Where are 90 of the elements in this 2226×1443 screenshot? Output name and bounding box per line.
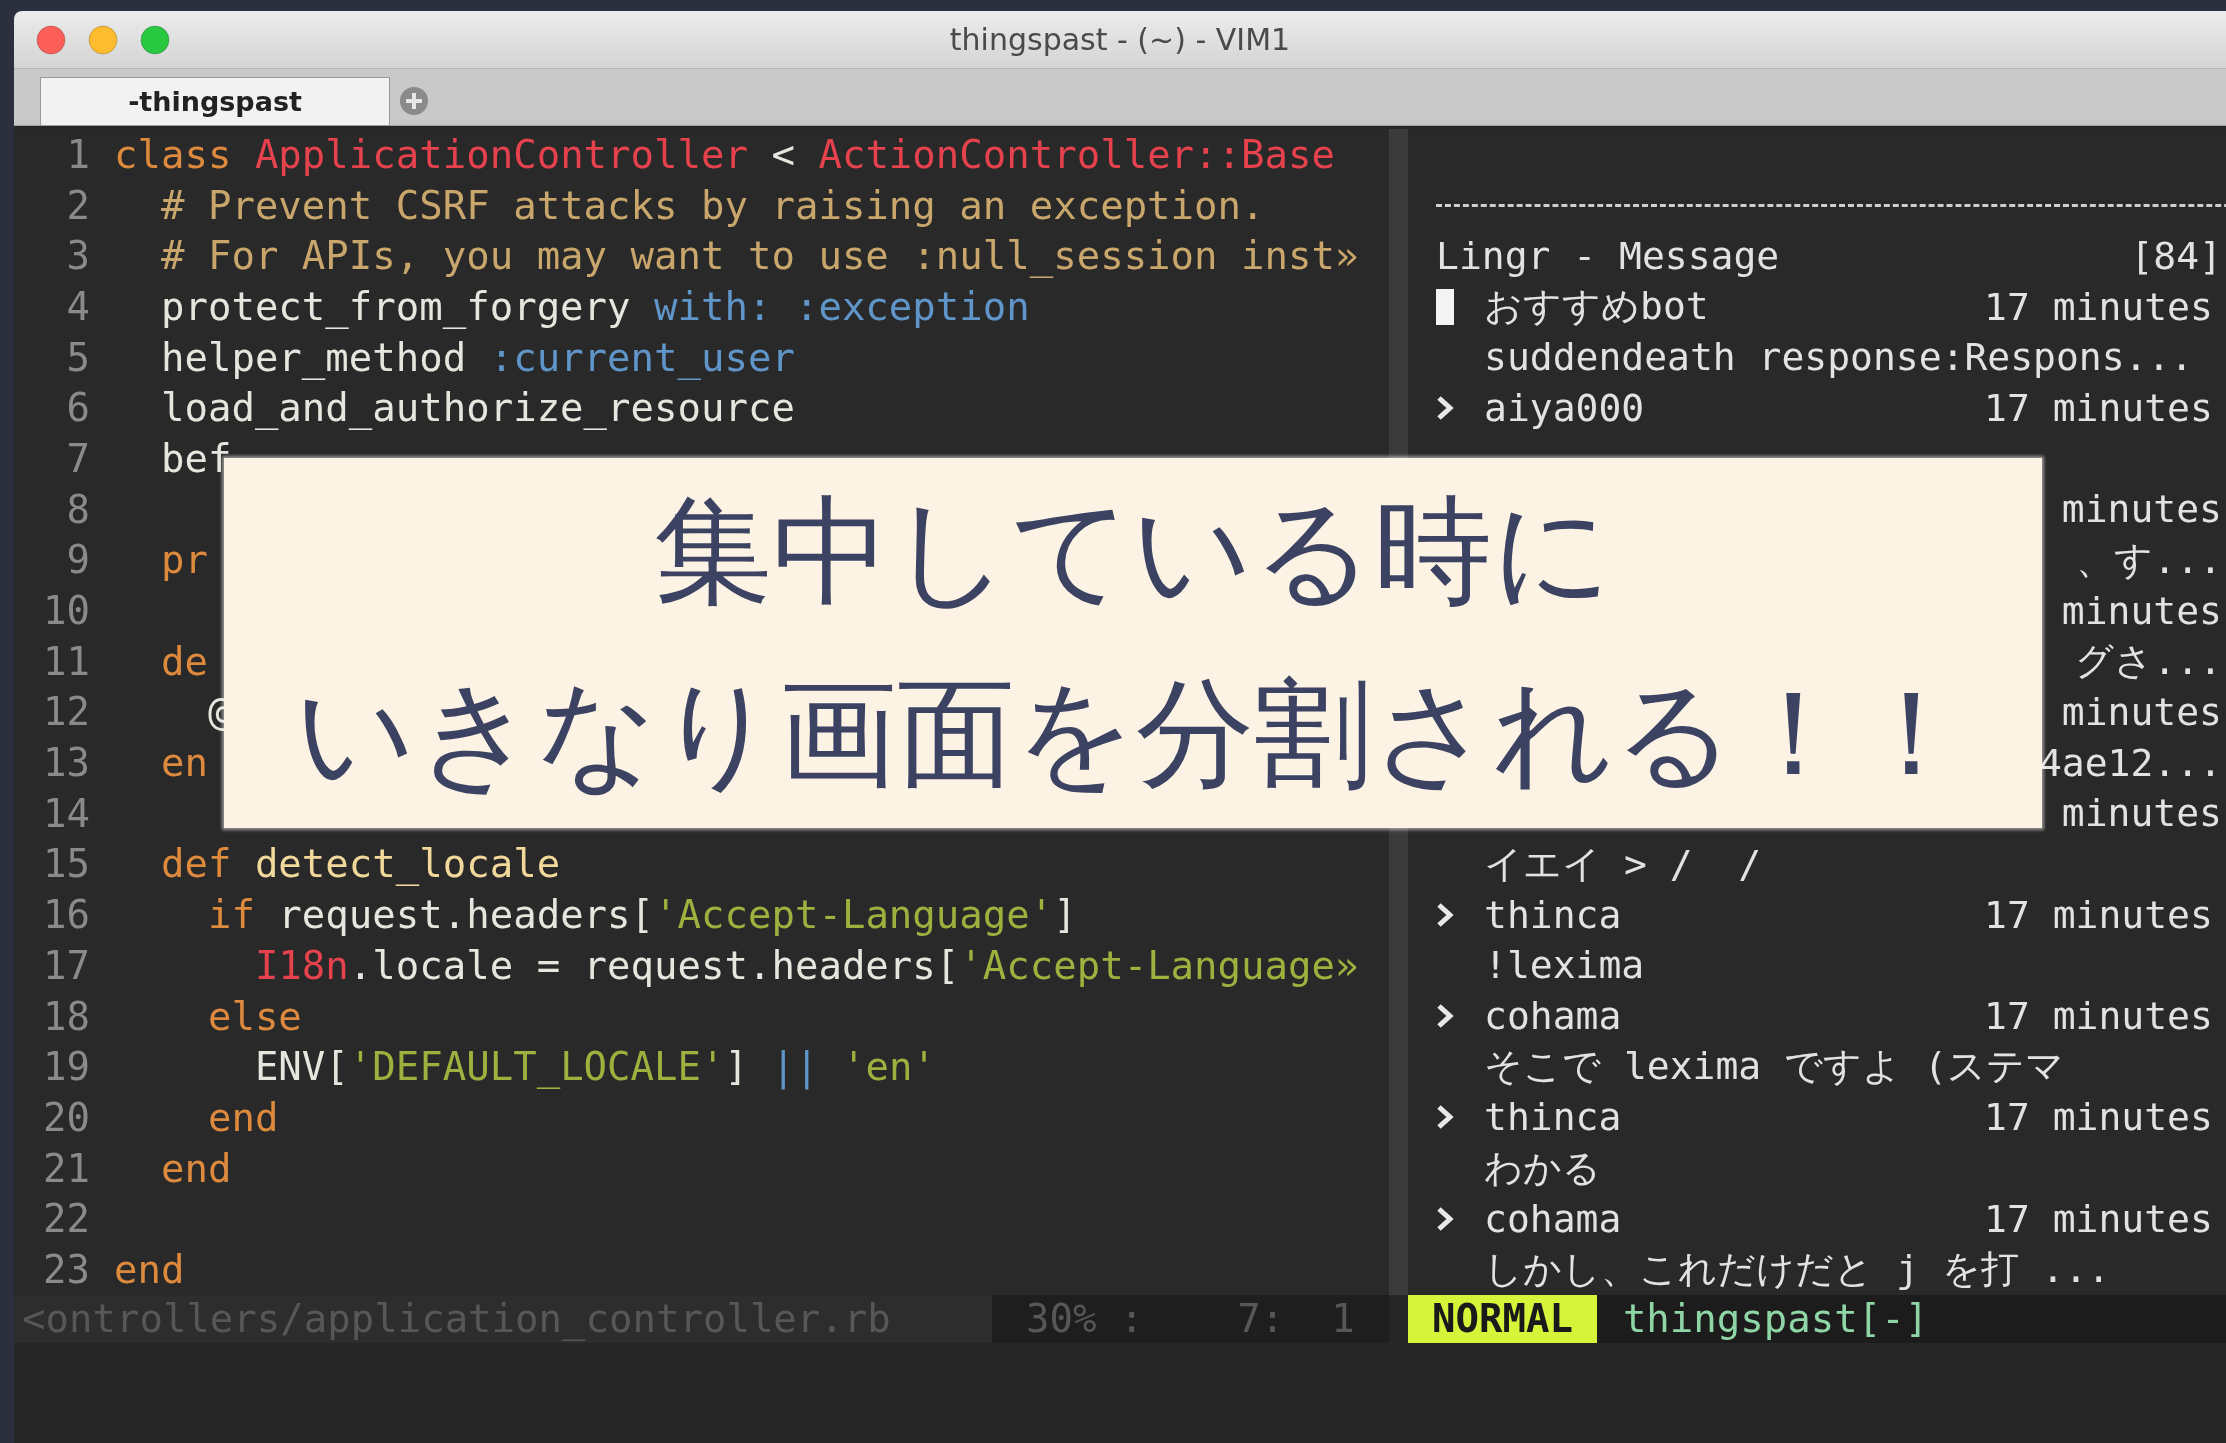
caption-text: いきなり画面を分割される！！	[295, 663, 1971, 804]
code-line: protect_from_forgery with: :exception	[159, 283, 1030, 329]
chevron-icon	[1436, 1104, 1454, 1131]
message-item[interactable]: thinca 17 minutes	[1436, 1092, 2226, 1143]
message-item[interactable]: cohama 17 minutes	[1436, 1193, 2226, 1245]
line-number: 4	[65, 283, 90, 329]
line-number: 22	[42, 1196, 90, 1242]
author-name: おすすめbot	[1484, 283, 1710, 331]
line-number: 7	[65, 435, 90, 481]
author-name: cohama	[1484, 994, 1623, 1039]
code-line: load_and_authorize_resource	[159, 385, 795, 431]
message-item[interactable]: aiya000 17 minutes	[1436, 382, 2226, 434]
buffer-name: thingspast[-]	[1621, 1296, 1929, 1342]
code-line: class ApplicationController < ActionController::Base	[114, 131, 1335, 177]
code-line: pr	[159, 537, 208, 583]
cursor-position: 30% : 7: 1	[992, 1294, 1389, 1343]
message-time: 17 minutes	[1984, 892, 2214, 937]
message-text: そこで lexima ですよ (ステマ	[1484, 1043, 2065, 1091]
caption-text: 集中している時に	[653, 481, 1613, 623]
message-item[interactable]: thinca 17 minutes	[1436, 889, 2226, 940]
mode-indicator: NORMAL	[1408, 1294, 1597, 1343]
code-line: en	[159, 740, 208, 786]
chevron-icon	[1436, 394, 1454, 421]
code-line: end	[114, 1246, 185, 1292]
line-number: 16	[42, 892, 90, 938]
line-number: 6	[65, 385, 90, 431]
message-count: [84]	[2130, 233, 2223, 278]
line-number: 19	[42, 1044, 90, 1090]
window-control-icon[interactable]	[36, 24, 66, 55]
line-number: 3	[65, 233, 90, 279]
message-text: minutes	[2061, 487, 2223, 532]
line-number: 1	[65, 131, 90, 177]
message-text: 4ae12...	[2038, 740, 2223, 785]
code-line: helper_method :current_user	[159, 334, 795, 380]
line-number: 14	[42, 790, 90, 836]
line-number: 20	[42, 1094, 90, 1140]
code-line: ENV['DEFAULT_LOCALE'] || 'en'	[253, 1044, 936, 1090]
window-control-icon[interactable]	[88, 24, 118, 55]
code-line: if request.headers['Accept-Language']	[206, 892, 1077, 938]
message-time: 17 minutes	[1984, 994, 2214, 1039]
message-item[interactable]: おすすめbot 17 minutes	[1436, 281, 2226, 332]
message-text: suddendeath response:Respons...	[1484, 335, 2195, 380]
chevron-icon	[1436, 1003, 1454, 1030]
pane-title: Lingr - Message	[1436, 233, 1781, 278]
author-name: thinca	[1484, 892, 1623, 937]
line-number: 9	[65, 537, 90, 583]
message-text: !lexima	[1484, 943, 1646, 988]
code-line: I18n.locale = request.headers['Accept-Language»	[253, 942, 1359, 988]
code-line: end	[206, 1094, 279, 1140]
message-time: 17 minutes	[1984, 284, 2214, 329]
code-line: # For APIs, you may want to use :null_session inst»	[159, 233, 1359, 279]
line-number: 23	[42, 1246, 90, 1292]
line-number: 15	[42, 841, 90, 887]
line-number: 13	[42, 740, 90, 786]
message-time: 17 minutes	[1984, 1095, 2214, 1140]
author-name: aiya000	[1484, 385, 1646, 430]
code-line: def detect_locale	[159, 841, 561, 887]
code-line: de	[159, 638, 208, 684]
message-text: minutes	[2061, 689, 2223, 734]
message-text: グさ...	[2075, 637, 2223, 685]
code-line: # Prevent CSRF attacks by raising an exception.	[159, 182, 1265, 228]
message-text: 、す...	[2076, 536, 2223, 584]
author-name: cohama	[1484, 1196, 1623, 1241]
line-number: 10	[42, 588, 90, 634]
line-number: 17	[42, 942, 90, 988]
message-time: 17 minutes	[1984, 385, 2214, 430]
tab[interactable]: -thingspast	[40, 77, 390, 125]
line-number: 18	[42, 993, 90, 1039]
line-number: 8	[65, 486, 90, 532]
chevron-icon	[1436, 1205, 1454, 1232]
line-number: 5	[65, 334, 90, 380]
code-line: else	[206, 993, 302, 1039]
message-text: わかる	[1484, 1144, 1602, 1192]
author-name: thinca	[1484, 1095, 1623, 1140]
message-text: しかし、これだけだと j を打 ...	[1484, 1246, 2112, 1294]
message-text: minutes	[2061, 588, 2223, 633]
message-text: minutes	[2061, 791, 2223, 836]
message-time: 17 minutes	[1984, 1196, 2214, 1241]
message-text: イエイ > / /	[1484, 840, 1763, 888]
chevron-icon	[1436, 901, 1454, 928]
window-control-icon[interactable]	[140, 24, 170, 55]
line-number: 11	[42, 638, 90, 684]
window-title: thingspast - (~) - VIM1	[949, 22, 1291, 57]
message-item[interactable]: cohama 17 minutes	[1436, 990, 2226, 1042]
line-number: 2	[65, 182, 90, 228]
code-line: end	[159, 1145, 232, 1191]
line-number: 21	[42, 1145, 90, 1191]
code-line: bef	[159, 435, 232, 481]
plus-circle-icon[interactable]	[398, 85, 430, 117]
line-number: 12	[42, 689, 90, 735]
